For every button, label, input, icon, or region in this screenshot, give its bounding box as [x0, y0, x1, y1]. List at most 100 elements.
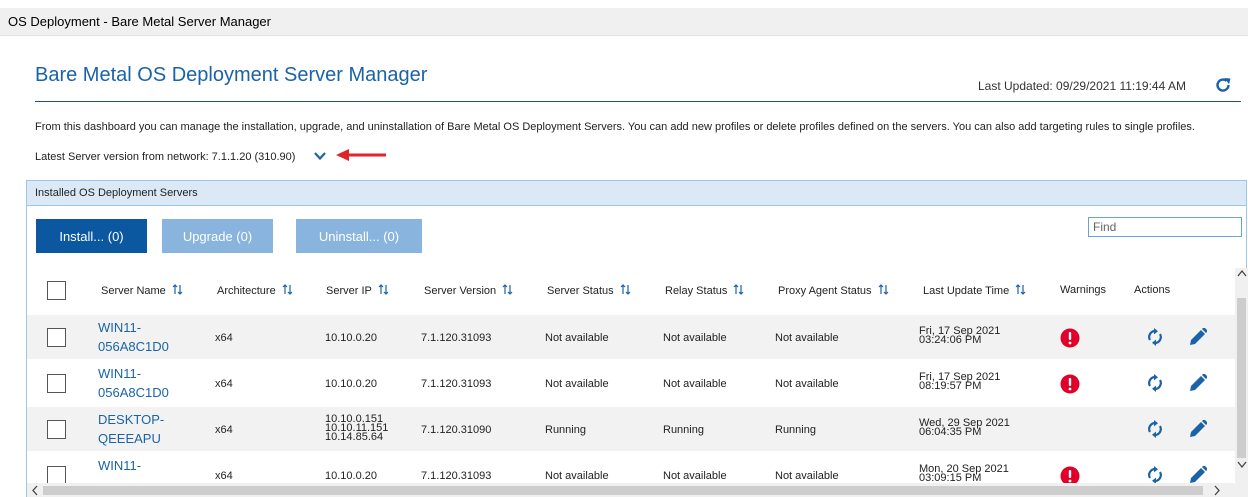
edit-icon[interactable]: [1189, 374, 1207, 392]
scroll-down-icon[interactable]: [1237, 458, 1247, 470]
vertical-scrollbar[interactable]: [1235, 268, 1248, 497]
sort-icon[interactable]: [378, 284, 389, 295]
proxy-agent-status-cell: Not available: [775, 378, 839, 390]
architecture-cell: x64: [215, 378, 233, 390]
sort-icon[interactable]: [620, 284, 631, 295]
column-architecture[interactable]: Architecture: [217, 284, 293, 297]
server-version-cell: 7.1.120.31090: [421, 424, 492, 436]
scroll-right-icon[interactable]: [1212, 485, 1222, 496]
architecture-cell: x64: [215, 470, 233, 482]
server-name-link[interactable]: WIN11-: [98, 456, 141, 475]
sync-icon[interactable]: [1146, 327, 1164, 347]
sync-icon[interactable]: [1146, 419, 1164, 439]
last-update-time-cell: Fri, 17 Sep 2021 03:24:06 PM: [919, 326, 1000, 346]
column-server-name[interactable]: Server Name: [101, 284, 183, 297]
time-line: 06:04:35 PM: [919, 426, 982, 438]
warning-icon[interactable]: [1060, 466, 1080, 483]
table-row[interactable]: WIN11- x64 10.10.0.20 7.1.120.31093 Not …: [27, 453, 1235, 483]
last-update-time-cell: Mon, 20 Sep 2021 03:09:15 PM: [919, 464, 1009, 484]
horizontal-scrollbar[interactable]: [27, 483, 1235, 497]
chevron-down-icon[interactable]: [312, 148, 328, 164]
edit-icon[interactable]: [1189, 420, 1207, 438]
server-version-cell: 7.1.120.31093: [421, 470, 492, 482]
last-update-time-cell: Wed, 29 Sep 2021 06:04:35 PM: [919, 418, 1010, 438]
install-button[interactable]: Install... (0): [36, 219, 147, 253]
column-label: Relay Status: [665, 285, 728, 297]
sort-icon[interactable]: [1015, 284, 1026, 295]
column-label: Server Name: [101, 285, 166, 297]
upgrade-button[interactable]: Upgrade (0): [162, 219, 273, 253]
row-checkbox[interactable]: [47, 420, 66, 439]
row-checkbox[interactable]: [47, 374, 66, 393]
annotation-arrow-icon: [336, 149, 386, 161]
column-label: Architecture: [217, 285, 276, 297]
relay-status-cell: Not available: [663, 332, 727, 344]
sort-icon[interactable]: [172, 284, 183, 295]
server-name-line: DESKTOP-: [98, 412, 165, 427]
dashboard-description: From this dashboard you can manage the i…: [35, 121, 1195, 133]
relay-status-cell: Not available: [663, 470, 727, 482]
column-label: Server Version: [424, 285, 497, 297]
window-titlebar: OS Deployment - Bare Metal Server Manage…: [0, 0, 1248, 36]
horizontal-scroll-thumb[interactable]: [43, 486, 1203, 495]
server-name-line: 056A8C1D0: [98, 339, 169, 354]
table-row[interactable]: WIN11- 056A8C1D0 x64 10.10.0.20 7.1.120.3…: [27, 361, 1235, 406]
time-line: 03:24:06 PM: [919, 334, 982, 346]
warning-icon[interactable]: [1060, 328, 1080, 348]
last-updated-label: Last Updated: 09/29/2021 11:19:44 AM: [978, 79, 1186, 93]
architecture-cell: x64: [215, 424, 233, 436]
row-checkbox[interactable]: [47, 328, 66, 347]
column-server-status[interactable]: Server Status: [547, 284, 631, 297]
server-name-line: WIN11-: [98, 320, 142, 335]
sort-icon[interactable]: [733, 284, 744, 295]
find-input[interactable]: [1088, 217, 1242, 237]
column-label: Proxy Agent Status: [778, 285, 872, 297]
window-title: OS Deployment - Bare Metal Server Manage…: [8, 14, 271, 29]
server-status-cell: Running: [545, 424, 586, 436]
vertical-scroll-thumb[interactable]: [1237, 298, 1246, 458]
column-label: Server Status: [547, 285, 614, 297]
refresh-icon[interactable]: [1214, 76, 1232, 94]
proxy-agent-status-cell: Not available: [775, 332, 839, 344]
select-all-checkbox[interactable]: [47, 281, 66, 300]
edit-icon[interactable]: [1189, 328, 1207, 346]
server-ip-cell: 10.10.0.20: [325, 470, 377, 482]
column-server-ip[interactable]: Server IP: [326, 284, 389, 297]
server-version-cell: 7.1.120.31093: [421, 332, 492, 344]
server-name-line: QEEEAPU: [98, 431, 161, 446]
relay-status-cell: Not available: [663, 378, 727, 390]
sort-icon[interactable]: [502, 284, 513, 295]
ip-line: 10.14.85.64: [325, 431, 384, 443]
sync-icon[interactable]: [1146, 373, 1164, 393]
server-ip-cell: 10.10.0.20: [325, 378, 377, 390]
server-status-cell: Not available: [545, 470, 609, 482]
column-proxy-agent-status[interactable]: Proxy Agent Status: [778, 284, 889, 297]
scroll-left-icon[interactable]: [30, 485, 40, 496]
column-warnings: Warnings: [1060, 284, 1107, 296]
table-row[interactable]: DESKTOP- QEEEAPU x64 10.10.0.151 10.10.11.…: [27, 407, 1235, 452]
server-ip-cell: 10.10.0.151 10.10.11.151 10.14.85.64: [325, 414, 388, 443]
edit-icon[interactable]: [1189, 466, 1207, 483]
warning-icon[interactable]: [1060, 374, 1080, 394]
title-divider: [35, 101, 1241, 102]
column-last-update-time[interactable]: Last Update Time: [923, 284, 1026, 297]
uninstall-button[interactable]: Uninstall... (0): [296, 219, 422, 253]
server-version-cell: 7.1.120.31093: [421, 378, 492, 390]
scroll-up-icon[interactable]: [1237, 268, 1247, 280]
column-label: Server IP: [326, 285, 372, 297]
row-checkbox[interactable]: [47, 466, 66, 483]
server-name-line: WIN11-: [98, 458, 142, 473]
column-label: Last Update Time: [923, 285, 1010, 297]
server-name-line: 056A8C1D0: [98, 385, 169, 400]
panel-title: Installed OS Deployment Servers: [35, 187, 198, 199]
sort-icon[interactable]: [282, 284, 293, 295]
table-row[interactable]: WIN11- 056A8C1D0 x64 10.10.0.20 7.1.120.3…: [27, 315, 1235, 360]
server-name-link[interactable]: DESKTOP- QEEEAPU: [98, 410, 164, 448]
column-server-version[interactable]: Server Version: [424, 284, 513, 297]
sync-icon[interactable]: [1146, 465, 1164, 483]
sort-icon[interactable]: [878, 284, 889, 295]
server-name-link[interactable]: WIN11- 056A8C1D0: [98, 318, 169, 356]
relay-status-cell: Running: [663, 424, 704, 436]
server-name-link[interactable]: WIN11- 056A8C1D0: [98, 364, 169, 402]
column-relay-status[interactable]: Relay Status: [665, 284, 744, 297]
